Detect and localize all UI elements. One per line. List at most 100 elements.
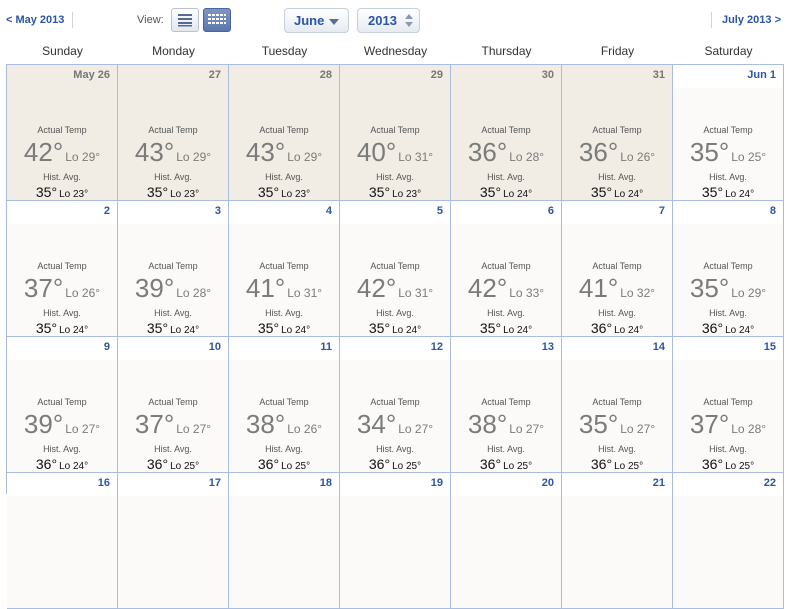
day-cell[interactable]: 10 Actual Temp 37° Lo 27° Hist. Avg. 36° Lo 25…: [118, 337, 229, 473]
day-cell[interactable]: 6 Actual Temp 42° Lo 33° Hist. Avg. 35° Lo 24°: [451, 201, 562, 337]
actual-temps: 42° Lo 31°: [340, 273, 450, 304]
day-number: 18: [319, 477, 332, 489]
hist-avg-low: Lo 23°: [392, 189, 422, 200]
hist-avg-low: Lo 23°: [281, 189, 311, 200]
actual-low-temp: Lo 29°: [65, 150, 101, 164]
day-cell[interactable]: 9 Actual Temp 39° Lo 27° Hist. Avg. 36° Lo 24°: [7, 337, 118, 473]
day-cell[interactable]: 20: [451, 473, 562, 609]
actual-temps: 35° Lo 29°: [673, 273, 783, 304]
day-cell[interactable]: 22: [673, 473, 784, 609]
day-number: 13: [541, 341, 554, 353]
actual-temps: 42° Lo 33°: [451, 273, 561, 304]
day-cell[interactable]: 3 Actual Temp 39° Lo 28° Hist. Avg. 35° Lo 24°: [118, 201, 229, 337]
day-cell[interactable]: 7 Actual Temp 41° Lo 32° Hist. Avg. 36° Lo 24°: [562, 201, 673, 337]
day-cell[interactable]: 14 Actual Temp 35° Lo 27° Hist. Avg. 36° Lo 25…: [562, 337, 673, 473]
day-number: Jun 1: [747, 69, 776, 81]
hist-avg-high: 36°: [590, 456, 613, 472]
day-cell-header: [118, 201, 228, 224]
hist-avg-temps: 35° Lo 24°: [229, 320, 339, 338]
hist-avg-temps: 35° Lo 23°: [229, 184, 339, 202]
actual-low-temp: Lo 27°: [398, 422, 434, 436]
day-cell[interactable]: 21: [562, 473, 673, 609]
next-month-link[interactable]: July 2013 >: [722, 14, 781, 26]
hist-avg-high: 36°: [479, 456, 502, 472]
hist-avg-high: 35°: [257, 320, 280, 336]
actual-high-temp: 43°: [134, 137, 175, 167]
hist-avg-label: Hist. Avg.: [154, 444, 192, 454]
actual-low-temp: Lo 27°: [620, 422, 656, 436]
day-cell[interactable]: 15 Actual Temp 37° Lo 28° Hist. Avg. 36° Lo 25…: [673, 337, 784, 473]
day-cell[interactable]: 29 Actual Temp 40° Lo 31° Hist. Avg. 35° Lo 23…: [340, 65, 451, 201]
actual-low-temp: Lo 26°: [620, 150, 656, 164]
actual-temp-label: Actual Temp: [370, 261, 420, 271]
day-cell[interactable]: 27 Actual Temp 43° Lo 29° Hist. Avg. 35° Lo 23…: [118, 65, 229, 201]
day-cell[interactable]: 19: [340, 473, 451, 609]
day-cell-header: [7, 201, 117, 224]
day-cell[interactable]: 5 Actual Temp 42° Lo 31° Hist. Avg. 35° Lo 24°: [340, 201, 451, 337]
hist-avg-label: Hist. Avg.: [598, 308, 636, 318]
day-number: 28: [319, 69, 332, 81]
hist-avg-low: Lo 23°: [59, 189, 89, 200]
actual-high-temp: 36°: [467, 137, 508, 167]
actual-temps: 39° Lo 28°: [118, 273, 228, 304]
day-cell[interactable]: 16: [7, 473, 118, 609]
year-select[interactable]: 2013: [357, 8, 420, 33]
actual-temps: 41° Lo 31°: [229, 273, 339, 304]
day-cell[interactable]: Jun 1 Actual Temp 35° Lo 25° Hist. Avg. 35° Lo…: [673, 65, 784, 201]
actual-high-temp: 42°: [23, 137, 64, 167]
day-cell[interactable]: 17: [118, 473, 229, 609]
actual-high-temp: 41°: [245, 273, 286, 303]
hist-avg-temps: 35° Lo 24°: [118, 320, 228, 338]
actual-temp-label: Actual Temp: [592, 261, 642, 271]
hist-avg-low: Lo 24°: [503, 189, 533, 200]
hist-avg-temps: 36° Lo 25°: [118, 456, 228, 474]
calendar-grid-view-button[interactable]: [203, 8, 231, 32]
actual-high-temp: 41°: [578, 273, 619, 303]
actual-temp-label: Actual Temp: [37, 125, 87, 135]
hist-avg-low: Lo 25°: [503, 461, 533, 472]
hist-avg-high: 35°: [701, 184, 724, 200]
hist-avg-temps: 36° Lo 24°: [673, 320, 783, 338]
day-cell[interactable]: 30 Actual Temp 36° Lo 28° Hist. Avg. 35° Lo 24…: [451, 65, 562, 201]
hist-avg-high: 35°: [479, 184, 502, 200]
hist-avg-low: Lo 25°: [725, 461, 755, 472]
actual-temps: 39° Lo 27°: [7, 409, 117, 440]
hist-avg-label: Hist. Avg.: [376, 444, 414, 454]
actual-low-temp: Lo 33°: [509, 286, 545, 300]
day-cell[interactable]: 18: [229, 473, 340, 609]
day-cell-header: [451, 201, 561, 224]
day-cell[interactable]: 28 Actual Temp 43° Lo 29° Hist. Avg. 35° Lo 23…: [229, 65, 340, 201]
prev-month-link[interactable]: < May 2013: [6, 14, 64, 26]
day-cell[interactable]: 12 Actual Temp 34° Lo 27° Hist. Avg. 36° Lo 25…: [340, 337, 451, 473]
month-select[interactable]: June: [284, 8, 349, 33]
hist-avg-low: Lo 25°: [170, 461, 200, 472]
actual-high-temp: 36°: [578, 137, 619, 167]
day-cell[interactable]: May 26 Actual Temp 42° Lo 29° Hist. Avg. 35° L…: [7, 65, 118, 201]
day-cell[interactable]: 2 Actual Temp 37° Lo 26° Hist. Avg. 35° Lo 24°: [7, 201, 118, 337]
day-cell[interactable]: 11 Actual Temp 38° Lo 26° Hist. Avg. 36° Lo 25…: [229, 337, 340, 473]
day-number: 22: [763, 477, 776, 489]
day-cell[interactable]: 8 Actual Temp 35° Lo 29° Hist. Avg. 36° Lo 24°: [673, 201, 784, 337]
actual-temps: 38° Lo 26°: [229, 409, 339, 440]
day-cell-header: [7, 337, 117, 360]
hist-avg-high: 36°: [368, 456, 391, 472]
day-cell[interactable]: 4 Actual Temp 41° Lo 31° Hist. Avg. 35° Lo 24°: [229, 201, 340, 337]
day-number: 12: [430, 341, 443, 353]
calendar-toolbar: < May 2013 View: June 2013 July 2013 >: [0, 0, 804, 40]
actual-low-temp: Lo 27°: [65, 422, 101, 436]
day-number: 19: [430, 477, 443, 489]
hist-avg-high: 35°: [35, 320, 58, 336]
hist-avg-temps: 36° Lo 25°: [451, 456, 561, 474]
list-view-button[interactable]: [171, 8, 199, 32]
up-down-arrows-icon: [405, 14, 413, 28]
day-number: 29: [430, 69, 443, 81]
day-cell[interactable]: 31 Actual Temp 36° Lo 26° Hist. Avg. 35° Lo 24…: [562, 65, 673, 201]
hist-avg-low: Lo 24°: [281, 325, 311, 336]
actual-temp-label: Actual Temp: [370, 397, 420, 407]
actual-temps: 43° Lo 29°: [229, 137, 339, 168]
day-number: 9: [103, 341, 110, 353]
hist-avg-temps: 35° Lo 23°: [340, 184, 450, 202]
hist-avg-low: Lo 24°: [59, 325, 89, 336]
day-cell[interactable]: 13 Actual Temp 38° Lo 27° Hist. Avg. 36° Lo 25…: [451, 337, 562, 473]
hist-avg-high: 35°: [146, 320, 169, 336]
